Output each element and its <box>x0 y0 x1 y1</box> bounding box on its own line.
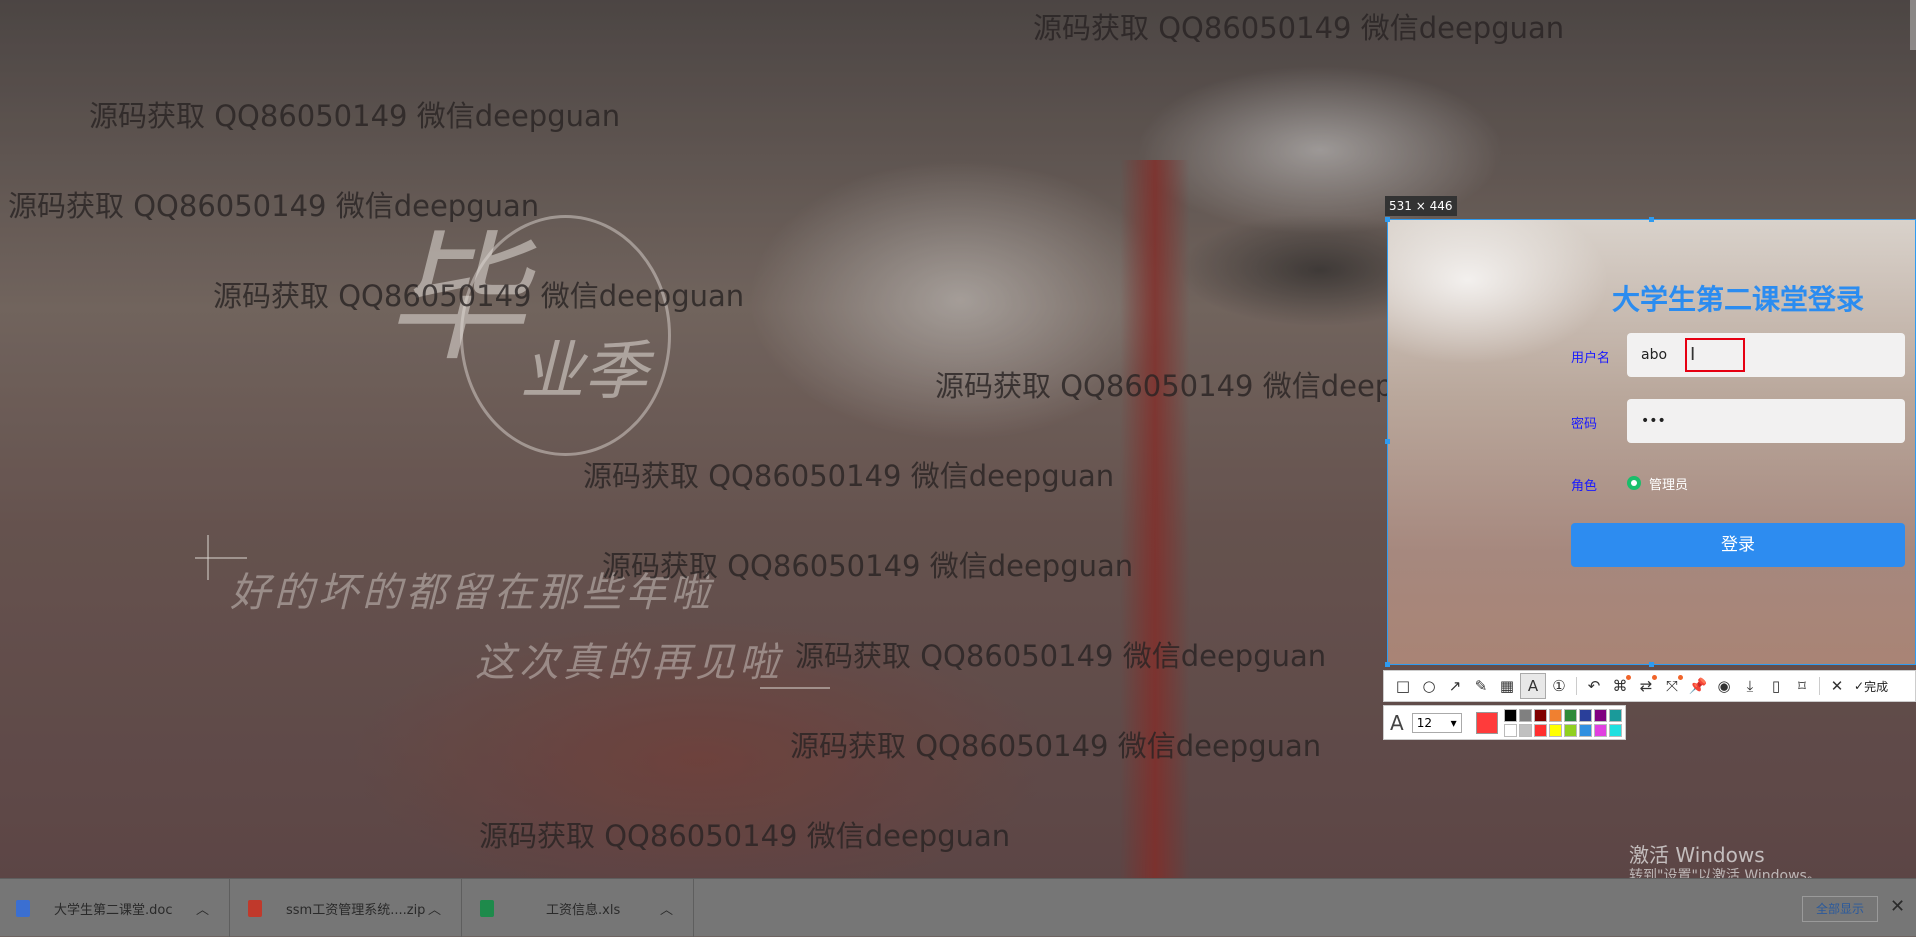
pencil-icon[interactable]: ✎ <box>1468 673 1494 699</box>
role-label: 角色 <box>1571 479 1598 494</box>
username-input[interactable]: abo <box>1627 333 1905 377</box>
ibeam-cursor-icon: I <box>1690 344 1696 365</box>
password-label: 密码 <box>1571 417 1598 432</box>
download-item[interactable]: 工资信息.xls ︿ <box>464 879 694 937</box>
password-input[interactable]: ••• <box>1627 399 1905 443</box>
color-swatch[interactable] <box>1533 708 1547 722</box>
font-size-value: 12 <box>1416 715 1432 730</box>
deco-line <box>760 687 830 689</box>
download-bar: 大学生第二课堂.doc ︿ ssm工资管理系统....zip ︿ 工资信息.xl… <box>0 878 1916 937</box>
color-swatch[interactable] <box>1503 708 1517 722</box>
color-swatch[interactable] <box>1548 723 1562 737</box>
resize-handle[interactable] <box>1649 662 1654 667</box>
download-filename: 工资信息.xls <box>546 902 621 918</box>
chevron-up-icon[interactable]: ︿ <box>428 899 441 918</box>
resize-handle[interactable] <box>1385 439 1390 444</box>
capture-toolbar: □ ○ ↗ ✎ ▦ A ① ↶ ⌘ ⇄ ⤧ 📌 ◉ ⤓ ▯ ⌑ ✕ ✓ 完成 <box>1383 670 1916 702</box>
watermark-text: 源码获取 QQ86050149 微信deepguan <box>8 189 540 223</box>
font-size-select[interactable]: 12 ▾ <box>1411 712 1462 733</box>
resize-handle[interactable] <box>1385 662 1390 667</box>
color-swatch[interactable] <box>1608 708 1622 722</box>
watermark-text: 源码获取 QQ86050149 微信deepguan <box>602 549 1134 583</box>
color-swatch[interactable] <box>1608 723 1622 737</box>
save-icon[interactable]: ▯ <box>1763 673 1789 699</box>
dropdown-arrow-icon: ▾ <box>1450 715 1457 730</box>
color-palette <box>1503 708 1622 737</box>
number-icon[interactable]: ① <box>1546 673 1572 699</box>
close-download-bar-icon[interactable]: ✕ <box>1890 896 1905 917</box>
ocr-icon[interactable]: ⌘ <box>1607 673 1633 699</box>
scroll-capture-icon[interactable]: ⤧ <box>1659 673 1685 699</box>
show-all-button[interactable]: 全部显示 <box>1802 896 1878 922</box>
download-icon[interactable]: ⤓ <box>1737 673 1763 699</box>
check-icon: ✓ <box>1854 679 1865 693</box>
watermark-text: 源码获取 QQ86050149 微信deepguan <box>213 279 745 313</box>
color-swatch[interactable] <box>1563 723 1577 737</box>
color-swatch[interactable] <box>1593 708 1607 722</box>
pin-icon[interactable]: 📌 <box>1685 673 1711 699</box>
poem-line-2: 这次真的再见啦 <box>475 640 783 686</box>
bookmark-icon[interactable]: ⌑ <box>1789 673 1815 699</box>
scrollbar[interactable] <box>1910 0 1916 50</box>
activate-windows-title: 激活 Windows <box>1629 843 1765 867</box>
login-button[interactable]: 登录 <box>1571 523 1905 567</box>
username-label: 用户名 <box>1571 351 1611 366</box>
download-item[interactable]: 大学生第二课堂.doc ︿ <box>0 879 230 937</box>
login-title: 大学生第二课堂登录 <box>1612 283 1865 316</box>
zip-file-icon <box>248 899 262 917</box>
xls-file-icon <box>480 899 494 917</box>
text-icon[interactable]: A <box>1520 673 1546 699</box>
rectangle-icon[interactable]: □ <box>1390 673 1416 699</box>
watermark-text: 源码获取 QQ86050149 微信deepguan <box>795 639 1327 673</box>
resize-handle[interactable] <box>1385 217 1390 222</box>
watermark-text: 源码获取 QQ86050149 微信deepguan <box>1033 11 1565 45</box>
watermark-text: 源码获取 QQ86050149 微信deepguan <box>790 729 1322 763</box>
color-swatch[interactable] <box>1548 708 1562 722</box>
color-swatch[interactable] <box>1563 708 1577 722</box>
color-swatch[interactable] <box>1578 708 1592 722</box>
close-icon[interactable]: ✕ <box>1824 673 1850 699</box>
text-style-bar: A 12 ▾ <box>1383 705 1626 740</box>
download-item[interactable]: ssm工资管理系统....zip ︿ <box>232 879 462 937</box>
toolbar-divider <box>1819 677 1820 695</box>
chevron-up-icon[interactable]: ︿ <box>660 899 673 918</box>
download-filename: 大学生第二课堂.doc <box>54 902 173 918</box>
mosaic-icon[interactable]: ▦ <box>1494 673 1520 699</box>
translate-icon[interactable]: ⇄ <box>1633 673 1659 699</box>
arrow-icon[interactable]: ↗ <box>1442 673 1468 699</box>
doc-file-icon <box>16 899 30 917</box>
ellipse-icon[interactable]: ○ <box>1416 673 1442 699</box>
color-swatch[interactable] <box>1578 723 1592 737</box>
color-swatch[interactable] <box>1518 723 1532 737</box>
calligraphy-small: 业季 <box>520 335 648 409</box>
download-filename: ssm工资管理系统....zip <box>286 902 426 918</box>
record-icon[interactable]: ◉ <box>1711 673 1737 699</box>
toolbar-divider <box>1576 677 1577 695</box>
color-swatch[interactable] <box>1593 723 1607 737</box>
font-icon: A <box>1390 710 1404 735</box>
color-swatch[interactable] <box>1518 708 1532 722</box>
selection-size-label: 531 × 446 <box>1385 196 1457 216</box>
chevron-up-icon[interactable]: ︿ <box>196 899 209 918</box>
watermark-text: 源码获取 QQ86050149 微信deepguan <box>479 819 1011 853</box>
deco-line <box>207 535 209 580</box>
resize-handle[interactable] <box>1649 217 1654 222</box>
color-swatch[interactable] <box>1533 723 1547 737</box>
role-radio[interactable] <box>1627 476 1641 490</box>
done-label: 完成 <box>1864 679 1889 694</box>
watermark-text: 源码获取 QQ86050149 微信deepguan <box>583 459 1115 493</box>
role-option-label: 管理员 <box>1649 478 1689 493</box>
watermark-text: 源码获取 QQ86050149 微信deepguan <box>89 99 621 133</box>
color-swatch[interactable] <box>1503 723 1517 737</box>
deco-line <box>195 557 247 559</box>
undo-icon[interactable]: ↶ <box>1581 673 1607 699</box>
current-color-swatch[interactable] <box>1475 711 1498 734</box>
done-button[interactable]: ✓ 完成 <box>1854 678 1888 695</box>
